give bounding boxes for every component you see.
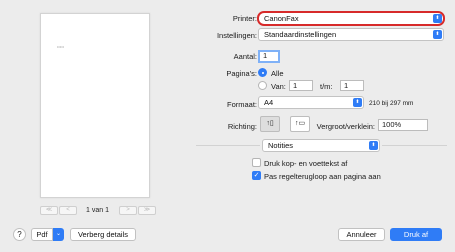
- portrait-orientation-button[interactable]: ↑▯: [260, 116, 280, 132]
- printer-value: CanonFax: [264, 14, 299, 23]
- paper-size-dimensions: 210 bij 297 mm: [369, 100, 414, 107]
- pages-to-field[interactable]: 1: [340, 80, 364, 91]
- pdf-menu[interactable]: Pdf ⌄: [31, 228, 64, 241]
- presets-label: Instellingen:: [216, 31, 257, 40]
- print-button[interactable]: Druk af: [390, 228, 442, 241]
- printer-select[interactable]: CanonFax ⬍: [257, 11, 445, 26]
- section-value: Notities: [268, 141, 294, 150]
- header-footer-checkbox[interactable]: [252, 158, 261, 167]
- section-select[interactable]: Notities ⬍: [262, 139, 380, 152]
- hide-details-button[interactable]: Verberg details: [70, 228, 136, 241]
- copies-label: Aantal:: [233, 52, 257, 61]
- scale-label: Vergroot/verklein:: [316, 122, 375, 131]
- pages-label: Pagina's:: [226, 69, 257, 78]
- paper-size-value: A4: [264, 98, 274, 107]
- popup-arrows-icon: ⬍: [353, 98, 362, 107]
- first-page-button[interactable]: ≪: [40, 205, 58, 215]
- last-page-button[interactable]: ≫: [137, 205, 156, 215]
- pages-all-radio[interactable]: [258, 68, 267, 77]
- pages-range-label: Van:: [271, 82, 286, 91]
- format-label: Formaat:: [226, 100, 257, 109]
- section-divider-right: [382, 145, 447, 146]
- fit-lines-label: Pas regelterugloop aan pagina aan: [264, 172, 381, 181]
- preview-page: •••••: [40, 13, 150, 198]
- section-divider-left: [196, 145, 260, 146]
- scale-field[interactable]: 100%: [378, 119, 428, 131]
- pdf-button[interactable]: Pdf: [31, 228, 53, 241]
- pages-to-label: t/m:: [320, 82, 333, 91]
- popup-arrows-icon: ⬍: [433, 30, 442, 39]
- page-indicator: 1 van 1: [86, 206, 109, 214]
- cancel-button[interactable]: Annuleer: [338, 228, 385, 241]
- fit-lines-checkbox[interactable]: ✓: [252, 171, 261, 180]
- check-icon: ✓: [253, 172, 260, 179]
- presets-value: Standaardinstellingen: [264, 30, 337, 39]
- landscape-orientation-button[interactable]: ↑▭: [290, 116, 310, 132]
- orientation-label: Richting:: [227, 122, 257, 131]
- pages-range-radio[interactable]: [258, 81, 267, 90]
- presets-select[interactable]: Standaardinstellingen ⬍: [258, 28, 444, 41]
- help-button[interactable]: ?: [13, 228, 26, 241]
- next-page-button[interactable]: >: [118, 205, 137, 215]
- chevron-down-icon[interactable]: ⌄: [53, 228, 64, 241]
- preview-content: •••••: [57, 44, 65, 49]
- pages-from-field[interactable]: 1: [289, 80, 313, 91]
- previous-page-button[interactable]: <: [59, 205, 77, 215]
- popup-arrows-icon: ⬍: [369, 141, 378, 150]
- printer-label: Printer:: [232, 14, 257, 23]
- header-footer-label: Druk kop- en voettekst af: [264, 159, 348, 168]
- paper-size-select[interactable]: A4 ⬍: [258, 96, 364, 109]
- pages-all-label: Alle: [271, 69, 284, 78]
- popup-arrows-icon: ⬍: [433, 14, 442, 23]
- preview-pager: ≪ < 1 van 1 > ≫: [40, 204, 180, 216]
- print-preview: ••••• ≪ < 1 van 1 > ≫: [8, 6, 180, 216]
- copies-field[interactable]: 1: [258, 50, 280, 63]
